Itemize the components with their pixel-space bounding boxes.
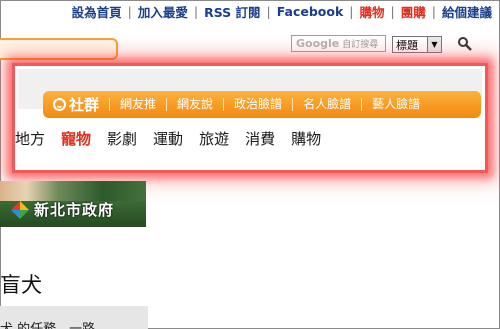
search-type-select[interactable]: 標題 ▼ bbox=[392, 36, 442, 53]
search-type-value: 標題 bbox=[396, 38, 418, 52]
chevron-down-icon: ▼ bbox=[427, 37, 441, 52]
community-item-netizen-recommend[interactable]: 網友推 bbox=[109, 98, 166, 111]
community-logo-icon bbox=[53, 98, 66, 111]
divider: | bbox=[349, 3, 354, 19]
top-link-group-buy[interactable]: 團購 bbox=[401, 2, 426, 21]
category-entertainment[interactable]: 影劇 bbox=[107, 128, 137, 149]
category-nav: 地方 寵物 影劇 運動 旅遊 消費 購物 bbox=[15, 128, 337, 149]
category-local[interactable]: 地方 bbox=[15, 128, 45, 149]
community-label: 社群 bbox=[69, 96, 100, 114]
top-link-facebook[interactable]: Facebook bbox=[277, 4, 344, 19]
category-consumer[interactable]: 消費 bbox=[245, 128, 275, 149]
community-brand[interactable]: 社群 bbox=[53, 94, 99, 115]
community-item-political-faces[interactable]: 政治臉譜 bbox=[223, 98, 292, 111]
category-shopping[interactable]: 購物 bbox=[291, 128, 321, 149]
community-popup: 社群 網友推 網友說 政治臉譜 名人臉譜 藝人臉譜 地方 寵物 影劇 運動 旅遊… bbox=[12, 63, 488, 173]
city-logo-icon bbox=[11, 201, 29, 219]
search-hint: 自訂搜尋 bbox=[342, 40, 379, 50]
category-pets[interactable]: 寵物 bbox=[61, 128, 91, 149]
divider: | bbox=[266, 3, 271, 19]
community-item-celebrity-faces[interactable]: 名人臉譜 bbox=[292, 98, 361, 111]
top-link-set-homepage[interactable]: 設為首頁 bbox=[72, 2, 122, 21]
article-snippet: 犬 的任務，一路 bbox=[0, 306, 148, 329]
divider: | bbox=[127, 3, 132, 19]
divider: | bbox=[193, 3, 199, 19]
community-item-netizen-say[interactable]: 網友說 bbox=[166, 98, 223, 111]
search-icon bbox=[458, 37, 472, 51]
top-links-bar: 設為首頁 | 加入最愛 | RSS 訂閱 | Facebook | 購物 | 團… bbox=[72, 2, 492, 21]
category-travel[interactable]: 旅遊 bbox=[199, 128, 229, 149]
top-link-feedback[interactable]: 給個建議 bbox=[442, 2, 492, 21]
search-button[interactable] bbox=[455, 35, 475, 53]
top-link-shopping[interactable]: 購物 bbox=[360, 2, 385, 21]
top-link-rss[interactable]: RSS 訂閱 bbox=[204, 2, 260, 21]
community-item-artist-faces[interactable]: 藝人臉譜 bbox=[361, 98, 430, 111]
search-input[interactable]: Google 自訂搜尋 bbox=[291, 35, 386, 52]
divider: | bbox=[431, 3, 436, 19]
community-bar: 社群 網友推 網友說 政治臉譜 名人臉譜 藝人臉譜 bbox=[43, 91, 481, 118]
google-logo: Google bbox=[296, 37, 340, 50]
top-link-add-favorite[interactable]: 加入最愛 bbox=[138, 2, 188, 21]
divider: | bbox=[390, 3, 395, 19]
category-sports[interactable]: 運動 bbox=[153, 128, 183, 149]
nav-bar-left-edge bbox=[0, 38, 118, 60]
article-title: 盲犬 bbox=[0, 273, 42, 297]
banner-title: 新北市政府 bbox=[34, 201, 115, 219]
